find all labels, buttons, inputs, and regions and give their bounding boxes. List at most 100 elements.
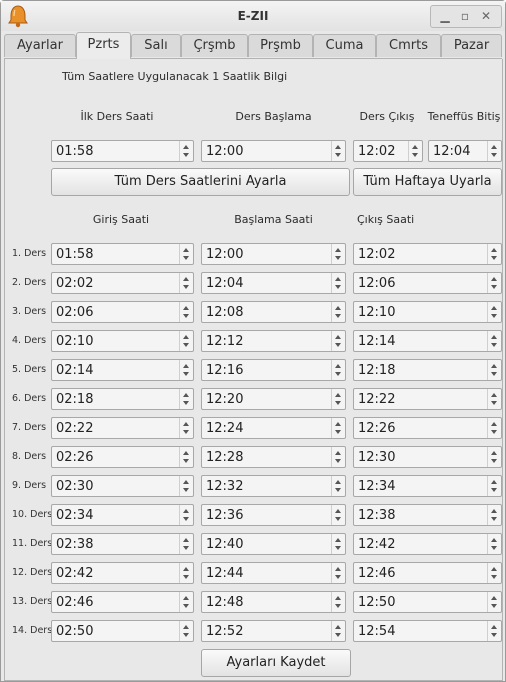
baslama-time-spinner[interactable]: 12:24: [201, 417, 346, 439]
spinner-arrows[interactable]: [179, 141, 193, 161]
spinner-up-icon[interactable]: [335, 145, 341, 149]
spinner-arrows[interactable]: [487, 621, 501, 641]
baslama-time-spinner[interactable]: 12:40: [201, 533, 346, 555]
spinner-arrows[interactable]: [487, 563, 501, 583]
close-button[interactable]: ✕: [478, 9, 494, 23]
ders-cikis-spinner[interactable]: 12:02: [353, 140, 423, 162]
spinner-arrows[interactable]: [179, 244, 193, 264]
giris-time-spinner[interactable]: 02:30: [51, 475, 194, 497]
spinner-up-icon[interactable]: [335, 335, 341, 339]
spinner-down-icon[interactable]: [491, 633, 497, 637]
cikis-time-spinner[interactable]: 12:26: [353, 417, 502, 439]
spinner-arrows[interactable]: [179, 360, 193, 380]
spinner-arrows[interactable]: [487, 505, 501, 525]
tab-pzrts[interactable]: Pzrts: [76, 32, 131, 59]
spinner-up-icon[interactable]: [335, 277, 341, 281]
spinner-arrows[interactable]: [331, 621, 345, 641]
spinner-down-icon[interactable]: [335, 633, 341, 637]
spinner-down-icon[interactable]: [183, 285, 189, 289]
spinner-up-icon[interactable]: [183, 596, 189, 600]
spinner-arrows[interactable]: [179, 476, 193, 496]
giris-time-spinner[interactable]: 02:38: [51, 533, 194, 555]
spinner-up-icon[interactable]: [491, 509, 497, 513]
spinner-down-icon[interactable]: [183, 575, 189, 579]
spinner-arrows[interactable]: [331, 302, 345, 322]
spinner-down-icon[interactable]: [183, 153, 189, 157]
giris-time-spinner[interactable]: 02:10: [51, 330, 194, 352]
spinner-down-icon[interactable]: [183, 314, 189, 318]
spinner-down-icon[interactable]: [491, 459, 497, 463]
giris-time-spinner[interactable]: 02:26: [51, 446, 194, 468]
tab-prşmb[interactable]: Prşmb: [248, 34, 313, 57]
spinner-down-icon[interactable]: [335, 604, 341, 608]
spinner-down-icon[interactable]: [183, 372, 189, 376]
spinner-down-icon[interactable]: [183, 459, 189, 463]
tab-ayarlar[interactable]: Ayarlar: [4, 34, 76, 57]
baslama-time-spinner[interactable]: 12:52: [201, 620, 346, 642]
spinner-down-icon[interactable]: [335, 343, 341, 347]
spinner-up-icon[interactable]: [335, 451, 341, 455]
spinner-down-icon[interactable]: [412, 153, 418, 157]
tab-pazar[interactable]: Pazar: [441, 34, 502, 57]
cikis-time-spinner[interactable]: 12:30: [353, 446, 502, 468]
spinner-up-icon[interactable]: [335, 422, 341, 426]
spinner-up-icon[interactable]: [491, 306, 497, 310]
spinner-arrows[interactable]: [179, 592, 193, 612]
spinner-arrows[interactable]: [487, 302, 501, 322]
maximize-button[interactable]: ▫: [457, 9, 473, 23]
spinner-up-icon[interactable]: [491, 596, 497, 600]
spinner-arrows[interactable]: [179, 418, 193, 438]
spinner-down-icon[interactable]: [335, 285, 341, 289]
spinner-down-icon[interactable]: [491, 285, 497, 289]
spinner-arrows[interactable]: [179, 273, 193, 293]
cikis-time-spinner[interactable]: 12:54: [353, 620, 502, 642]
spinner-arrows[interactable]: [179, 505, 193, 525]
apply-week-button[interactable]: Tüm Haftaya Uyarla: [353, 168, 502, 196]
spinner-arrows[interactable]: [331, 360, 345, 380]
cikis-time-spinner[interactable]: 12:42: [353, 533, 502, 555]
baslama-time-spinner[interactable]: 12:12: [201, 330, 346, 352]
tab-cuma[interactable]: Cuma: [313, 34, 376, 57]
cikis-time-spinner[interactable]: 12:18: [353, 359, 502, 381]
spinner-up-icon[interactable]: [335, 393, 341, 397]
baslama-time-spinner[interactable]: 12:00: [201, 243, 346, 265]
baslama-time-spinner[interactable]: 12:20: [201, 388, 346, 410]
spinner-up-icon[interactable]: [491, 538, 497, 542]
spinner-up-icon[interactable]: [335, 364, 341, 368]
spinner-down-icon[interactable]: [491, 488, 497, 492]
spinner-up-icon[interactable]: [183, 393, 189, 397]
spinner-up-icon[interactable]: [491, 451, 497, 455]
spinner-arrows[interactable]: [487, 389, 501, 409]
spinner-down-icon[interactable]: [335, 430, 341, 434]
spinner-arrows[interactable]: [331, 273, 345, 293]
spinner-arrows[interactable]: [179, 389, 193, 409]
spinner-down-icon[interactable]: [491, 604, 497, 608]
cikis-time-spinner[interactable]: 12:06: [353, 272, 502, 294]
baslama-time-spinner[interactable]: 12:44: [201, 562, 346, 584]
ders-baslama-spinner[interactable]: 12:00: [201, 140, 346, 162]
cikis-time-spinner[interactable]: 12:22: [353, 388, 502, 410]
spinner-up-icon[interactable]: [491, 480, 497, 484]
spinner-down-icon[interactable]: [335, 314, 341, 318]
baslama-time-spinner[interactable]: 12:28: [201, 446, 346, 468]
spinner-up-icon[interactable]: [412, 145, 418, 149]
cikis-time-spinner[interactable]: 12:38: [353, 504, 502, 526]
spinner-arrows[interactable]: [331, 592, 345, 612]
spinner-up-icon[interactable]: [491, 393, 497, 397]
spinner-up-icon[interactable]: [183, 306, 189, 310]
spinner-down-icon[interactable]: [491, 575, 497, 579]
spinner-arrows[interactable]: [179, 563, 193, 583]
spinner-down-icon[interactable]: [335, 256, 341, 260]
giris-time-spinner[interactable]: 02:18: [51, 388, 194, 410]
spinner-up-icon[interactable]: [335, 248, 341, 252]
cikis-time-spinner[interactable]: 12:50: [353, 591, 502, 613]
spinner-up-icon[interactable]: [335, 596, 341, 600]
giris-time-spinner[interactable]: 02:02: [51, 272, 194, 294]
spinner-down-icon[interactable]: [183, 546, 189, 550]
spinner-arrows[interactable]: [179, 331, 193, 351]
spinner-arrows[interactable]: [179, 621, 193, 641]
spinner-up-icon[interactable]: [491, 277, 497, 281]
spinner-arrows[interactable]: [487, 592, 501, 612]
spinner-arrows[interactable]: [487, 534, 501, 554]
spinner-down-icon[interactable]: [335, 153, 341, 157]
